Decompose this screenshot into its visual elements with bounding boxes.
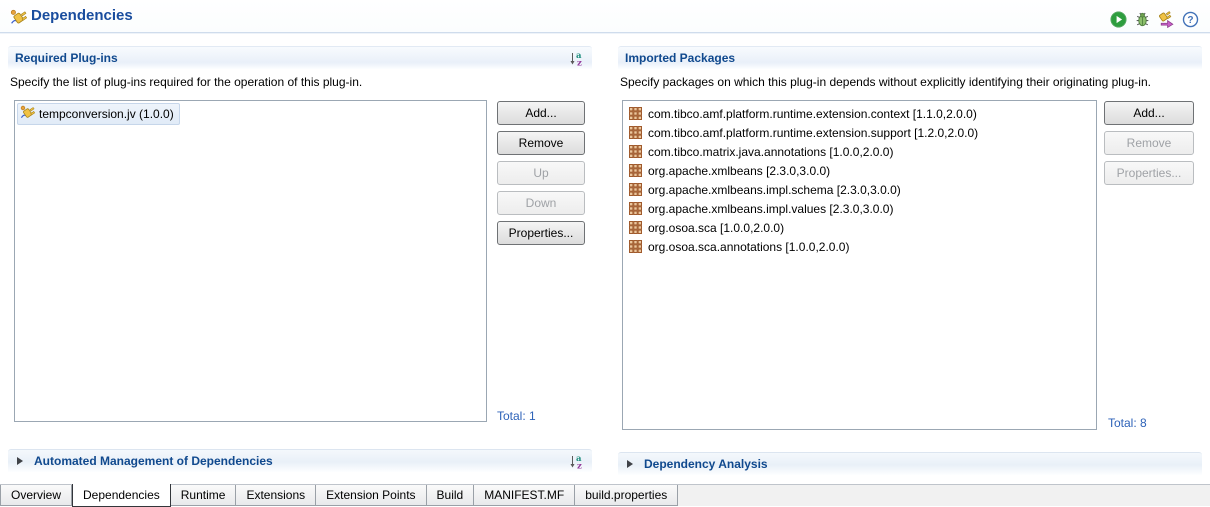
tab-overview[interactable]: Overview <box>0 485 73 506</box>
package-icon <box>629 183 642 196</box>
debug-icon[interactable] <box>1134 11 1151 28</box>
dependency-analysis-section[interactable]: Dependency Analysis <box>618 452 1202 475</box>
package-item-label: org.osoa.sca [1.0.0,2.0.0) <box>648 220 785 235</box>
editor-tab-bar: Overview Dependencies Runtime Extensions… <box>0 484 1210 507</box>
imported-packages-buttons: Add... Remove Properties... <box>1104 101 1194 191</box>
required-plugins-title: Required Plug-ins <box>15 51 118 65</box>
up-button[interactable]: Up <box>497 161 585 185</box>
remove-button[interactable]: Remove <box>497 131 585 155</box>
list-item-package[interactable]: org.apache.xmlbeans [2.3.0,3.0.0) <box>623 161 1096 180</box>
package-item-label: org.apache.xmlbeans.impl.schema [2.3.0,3… <box>648 182 901 197</box>
properties-button[interactable]: Properties... <box>497 221 585 245</box>
automated-management-title: Automated Management of Dependencies <box>34 454 273 468</box>
list-item-plugin[interactable]: tempconversion.jv (1.0.0) <box>17 103 180 125</box>
dependency-analysis-title: Dependency Analysis <box>644 457 768 471</box>
imported-packages-description: Specify packages on which this plug-in d… <box>620 75 1151 89</box>
plugin-icon <box>20 105 36 123</box>
package-item-label: com.tibco.amf.platform.runtime.extension… <box>648 125 979 140</box>
sort-az-icon[interactable]: a z <box>569 453 586 472</box>
package-icon <box>629 107 642 120</box>
chevron-right-icon[interactable] <box>627 460 633 468</box>
list-item-package[interactable]: com.tibco.matrix.java.annotations [1.0.0… <box>623 142 1096 161</box>
package-item-label: com.tibco.amf.platform.runtime.extension… <box>648 106 977 121</box>
properties-button[interactable]: Properties... <box>1104 161 1194 185</box>
package-icon <box>629 240 642 253</box>
tab-manifest-mf[interactable]: MANIFEST.MF <box>474 485 576 506</box>
required-plugins-description: Specify the list of plug-ins required fo… <box>10 75 363 89</box>
sort-az-icon[interactable]: a z <box>569 50 586 69</box>
down-button[interactable]: Down <box>497 191 585 215</box>
tab-dependencies[interactable]: Dependencies <box>72 484 171 507</box>
tab-runtime[interactable]: Runtime <box>170 485 237 506</box>
package-icon <box>629 126 642 139</box>
list-item-package[interactable]: com.tibco.amf.platform.runtime.extension… <box>623 104 1096 123</box>
tab-build[interactable]: Build <box>426 485 475 506</box>
svg-text:z: z <box>577 462 582 471</box>
imported-packages-section-header: Imported Packages <box>618 46 1202 69</box>
add-button[interactable]: Add... <box>1104 101 1194 125</box>
list-item-package[interactable]: org.apache.xmlbeans.impl.values [2.3.0,3… <box>623 199 1096 218</box>
package-icon <box>629 145 642 158</box>
required-plugins-section-header: Required Plug-ins a z <box>8 46 592 69</box>
tab-extensions[interactable]: Extensions <box>236 485 317 506</box>
export-plugin-icon[interactable] <box>1158 11 1175 29</box>
chevron-right-icon[interactable] <box>17 457 23 465</box>
package-icon <box>629 202 642 215</box>
svg-text:?: ? <box>1187 15 1193 26</box>
tab-build-properties[interactable]: build.properties <box>575 485 679 506</box>
header-toolbar: ? <box>1110 11 1199 29</box>
list-item-package[interactable]: org.osoa.sca [1.0.0,2.0.0) <box>623 218 1096 237</box>
imported-packages-total: Total: 8 <box>1108 416 1147 430</box>
required-plugins-total: Total: 1 <box>497 409 536 423</box>
remove-button[interactable]: Remove <box>1104 131 1194 155</box>
imported-packages-title: Imported Packages <box>625 51 736 65</box>
plugin-manifest-icon <box>10 9 28 26</box>
plugin-item-label: tempconversion.jv (1.0.0) <box>39 107 174 121</box>
package-item-label: org.apache.xmlbeans.impl.values [2.3.0,3… <box>648 201 894 216</box>
list-item-package[interactable]: com.tibco.amf.platform.runtime.extension… <box>623 123 1096 142</box>
imported-packages-list[interactable]: com.tibco.amf.platform.runtime.extension… <box>622 100 1097 430</box>
add-button[interactable]: Add... <box>497 101 585 125</box>
svg-text:z: z <box>577 59 582 68</box>
tab-extension-points[interactable]: Extension Points <box>316 485 427 506</box>
required-plugins-list[interactable]: tempconversion.jv (1.0.0) <box>14 100 487 422</box>
run-icon[interactable] <box>1110 11 1127 28</box>
required-plugins-buttons: Add... Remove Up Down Properties... <box>497 101 585 251</box>
page-title: Dependencies <box>31 7 133 24</box>
package-item-label: org.osoa.sca.annotations [1.0.0,2.0.0) <box>648 239 850 254</box>
package-icon <box>629 221 642 234</box>
package-icon <box>629 164 642 177</box>
list-item-package[interactable]: org.apache.xmlbeans.impl.schema [2.3.0,3… <box>623 180 1096 199</box>
list-item-package[interactable]: org.osoa.sca.annotations [1.0.0,2.0.0) <box>623 237 1096 256</box>
automated-management-section[interactable]: Automated Management of Dependencies a z <box>8 449 592 472</box>
help-icon[interactable]: ? <box>1182 11 1199 28</box>
form-header: Dependencies ? <box>0 0 1210 33</box>
package-item-label: org.apache.xmlbeans [2.3.0,3.0.0) <box>648 163 831 178</box>
package-item-label: com.tibco.matrix.java.annotations [1.0.0… <box>648 144 894 159</box>
